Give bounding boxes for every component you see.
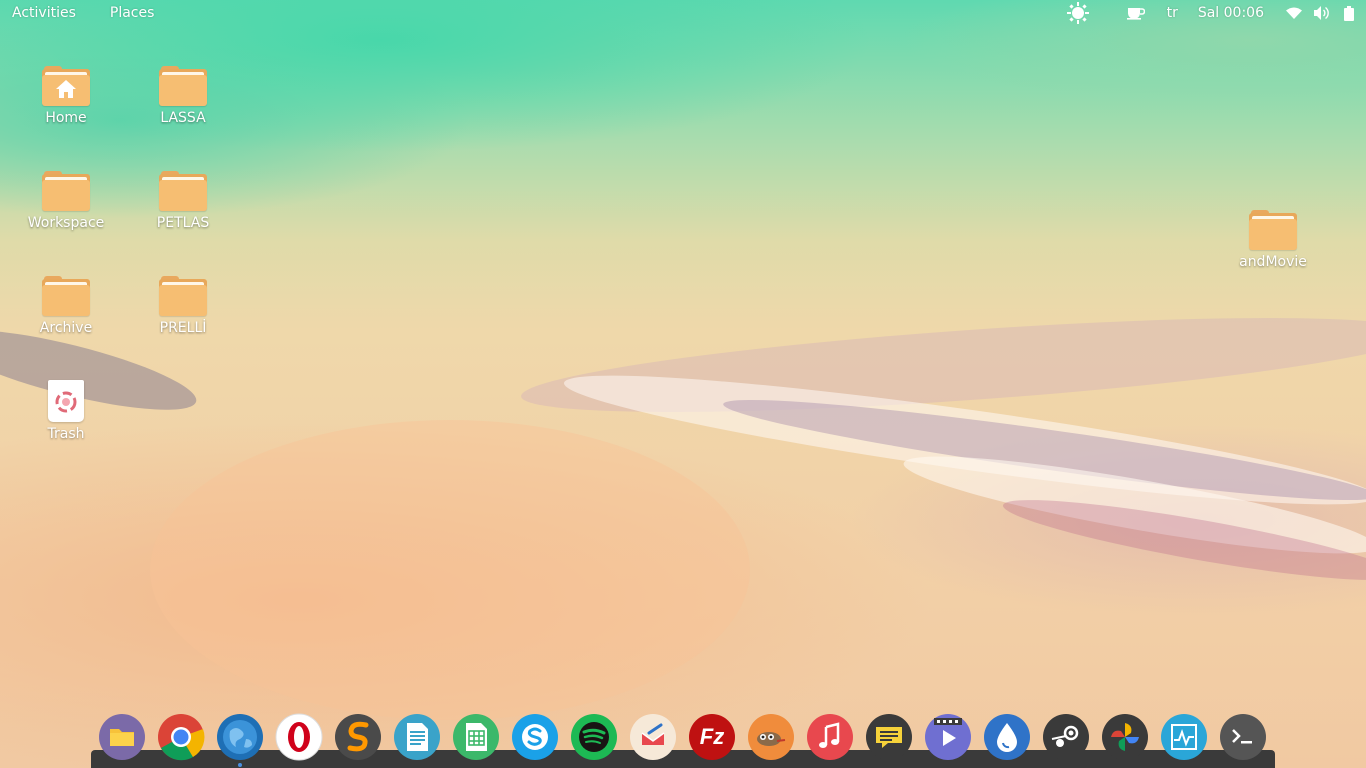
desktop-icon-trash[interactable]: Trash — [16, 380, 116, 442]
home-folder-icon — [42, 66, 90, 106]
chat-messages-icon[interactable] — [865, 713, 913, 761]
desktop-icon-prelli[interactable]: PRELLİ — [133, 276, 233, 336]
desktop-icon-label: Trash — [47, 426, 85, 442]
video-player-icon[interactable] — [924, 713, 972, 761]
desktop-icon-workspace[interactable]: Workspace — [16, 171, 116, 231]
text-document-icon[interactable] — [393, 713, 441, 761]
opera-icon[interactable] — [275, 713, 323, 761]
folder-icon — [159, 66, 207, 106]
filezilla-icon[interactable]: Fz — [688, 713, 736, 761]
top-panel: Activities Places tr Sal 00:06 — [0, 0, 1366, 26]
desktop-icon-label: andMovie — [1239, 254, 1307, 270]
skype-icon[interactable] — [511, 713, 559, 761]
system-monitor-icon[interactable] — [1160, 713, 1208, 761]
terminal-icon[interactable] — [1219, 713, 1267, 761]
desktop-icon-label: Workspace — [27, 215, 105, 231]
pinwheel-icon[interactable] — [1101, 713, 1149, 761]
desktop-icon-label: PRELLİ — [159, 320, 207, 336]
keyboard-layout-indicator[interactable]: tr — [1167, 5, 1188, 21]
svg-text:Fz: Fz — [700, 724, 724, 749]
battery-icon[interactable] — [1344, 5, 1354, 21]
weather-sun-icon[interactable] — [1066, 2, 1089, 24]
files-icon[interactable] — [98, 713, 146, 761]
spreadsheet-icon[interactable] — [452, 713, 500, 761]
web-browser-globe-icon[interactable] — [216, 713, 264, 761]
desktop-icon-archive[interactable]: Archive — [16, 276, 116, 336]
steam-icon[interactable] — [1042, 713, 1090, 761]
folder-icon — [42, 276, 90, 316]
desktop-icon-label: Archive — [39, 320, 93, 336]
music-icon[interactable] — [806, 713, 854, 761]
desktop-icon-label: Home — [45, 110, 87, 126]
desktop-icon-petlas[interactable]: PETLAS — [133, 171, 233, 231]
dock — [91, 750, 1275, 768]
folder-icon — [42, 171, 90, 211]
activities-button[interactable]: Activities — [0, 5, 88, 21]
running-app-indicator — [238, 763, 242, 767]
folder-icon — [159, 276, 207, 316]
folder-icon — [1249, 210, 1297, 250]
spotify-icon[interactable] — [570, 713, 618, 761]
sublime-text-icon[interactable] — [334, 713, 382, 761]
desktop-icon-home[interactable]: Home — [16, 66, 116, 126]
drop-icon[interactable] — [983, 713, 1031, 761]
coffee-cup-icon[interactable] — [1126, 6, 1145, 20]
chrome-icon[interactable] — [157, 713, 205, 761]
places-menu[interactable]: Places — [88, 5, 167, 21]
desktop-icon-andmovie[interactable]: andMovie — [1223, 210, 1323, 270]
trash-icon — [48, 380, 84, 422]
clock[interactable]: Sal 00:06 — [1188, 5, 1278, 21]
gimp-icon[interactable] — [747, 713, 795, 761]
desktop-icon-label: LASSA — [160, 110, 206, 126]
folder-icon — [159, 171, 207, 211]
mail-icon[interactable] — [629, 713, 677, 761]
wifi-icon[interactable] — [1286, 7, 1302, 19]
desktop-icon-label: PETLAS — [156, 215, 210, 231]
volume-icon[interactable] — [1314, 6, 1330, 20]
desktop-icon-lassa[interactable]: LASSA — [133, 66, 233, 126]
